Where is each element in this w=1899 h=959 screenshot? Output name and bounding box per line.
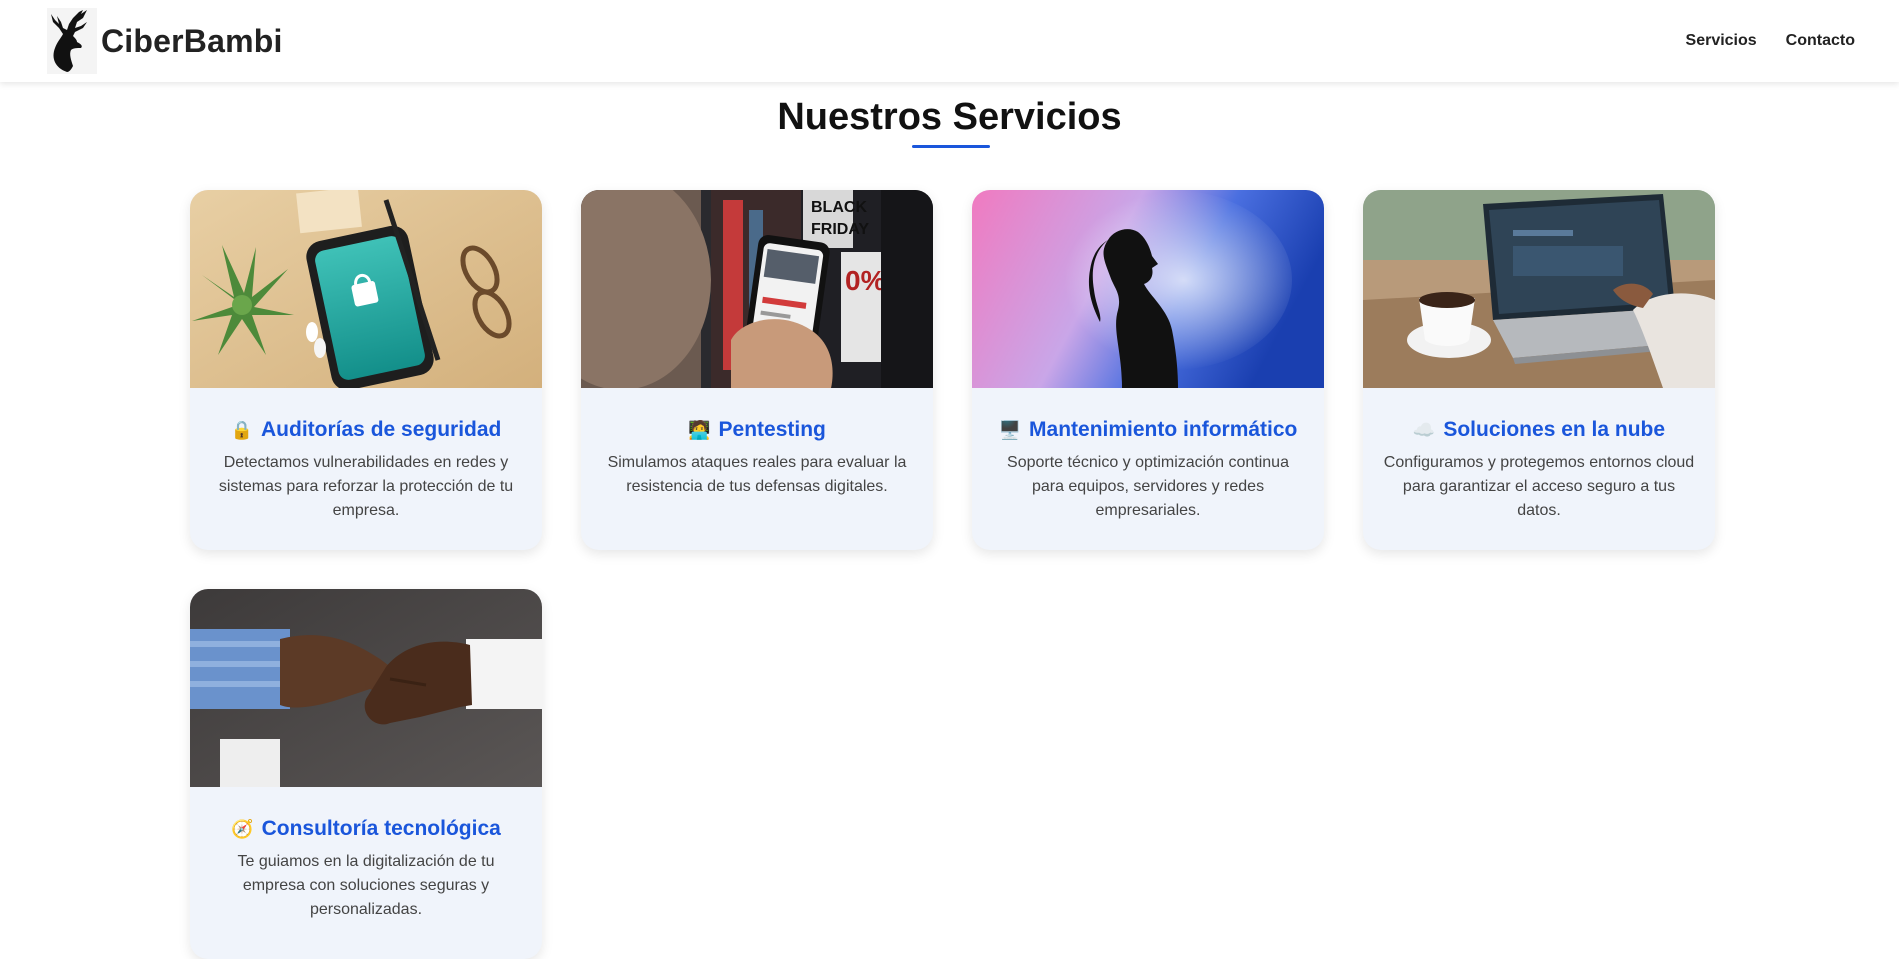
service-card-mantenimiento: 🖥️ Mantenimiento informático Soporte téc… xyxy=(972,190,1324,550)
site-header: CiberBambi Servicios Contacto xyxy=(0,0,1899,82)
card-description: Soporte técnico y optimización continua … xyxy=(1007,454,1289,519)
card-title: ☁️ Soluciones en la nube xyxy=(1381,418,1697,442)
card-title: 🧭 Consultoría tecnológica xyxy=(208,817,524,841)
service-card-nube: ☁️ Soluciones en la nube Configuramos y … xyxy=(1363,190,1715,550)
card-body: ☁️ Soluciones en la nube Configuramos y … xyxy=(1363,418,1715,523)
cloud-icon: ☁️ xyxy=(1412,419,1436,441)
card-description: Configuramos y protegemos entornos cloud… xyxy=(1383,454,1695,519)
brand-name: CiberBambi xyxy=(101,22,283,59)
card-body: 🧑‍💻 Pentesting Simulamos ataques reales … xyxy=(581,418,933,499)
main-nav: Servicios Contacto xyxy=(1686,32,1855,50)
card-title: 🧑‍💻 Pentesting xyxy=(599,418,915,442)
card-title: 🔒 Auditorías de seguridad xyxy=(208,418,524,442)
card-title: 🖥️ Mantenimiento informático xyxy=(990,418,1306,442)
service-card-auditorias: 🔒 Auditorías de seguridad Detectamos vul… xyxy=(190,190,542,550)
hacker-icon: 🧑‍💻 xyxy=(688,419,711,441)
service-card-consultoria: 🧭 Consultoría tecnológica Te guiamos en … xyxy=(190,589,542,959)
card-title-text: Auditorías de seguridad xyxy=(261,418,502,441)
card-description: Te guiamos en la digitalización de tu em… xyxy=(237,853,495,918)
card-title-text: Consultoría tecnológica xyxy=(261,817,501,840)
card-description: Simulamos ataques reales para evaluar la… xyxy=(607,454,907,495)
card-image-phone-security xyxy=(190,190,542,388)
card-image-laptop-coffee xyxy=(1363,190,1715,388)
card-image-silhouette xyxy=(972,190,1324,388)
card-title-text: Soluciones en la nube xyxy=(1443,418,1666,441)
deer-logo-icon xyxy=(47,8,97,74)
brand-link[interactable]: CiberBambi xyxy=(47,0,283,82)
lock-icon: 🔒 xyxy=(230,419,254,441)
compass-icon: 🧭 xyxy=(231,818,254,840)
title-underline xyxy=(912,145,990,148)
nav-contacto[interactable]: Contacto xyxy=(1786,32,1855,50)
nav-servicios[interactable]: Servicios xyxy=(1686,32,1757,50)
card-body: 🔒 Auditorías de seguridad Detectamos vul… xyxy=(190,418,542,523)
card-title-text: Pentesting xyxy=(718,418,826,441)
service-card-pentesting: BLACK FRIDAY 0% 🧑‍💻 Pentesting Simulamos… xyxy=(581,190,933,550)
svg-text:BLACK: BLACK xyxy=(811,199,867,216)
svg-text:FRIDAY: FRIDAY xyxy=(811,221,869,238)
card-description: Detectamos vulnerabilidades en redes y s… xyxy=(218,454,514,519)
card-body: 🖥️ Mantenimiento informático Soporte téc… xyxy=(972,418,1324,523)
card-image-phone-store: BLACK FRIDAY 0% xyxy=(581,190,933,388)
section-title: Nuestros Servicios xyxy=(777,96,1122,138)
card-body: 🧭 Consultoría tecnológica Te guiamos en … xyxy=(190,817,542,922)
card-title-text: Mantenimiento informático xyxy=(1029,418,1298,441)
svg-text:0%: 0% xyxy=(845,265,886,296)
card-image-handshake xyxy=(190,589,542,787)
desktop-icon: 🖥️ xyxy=(998,419,1022,441)
